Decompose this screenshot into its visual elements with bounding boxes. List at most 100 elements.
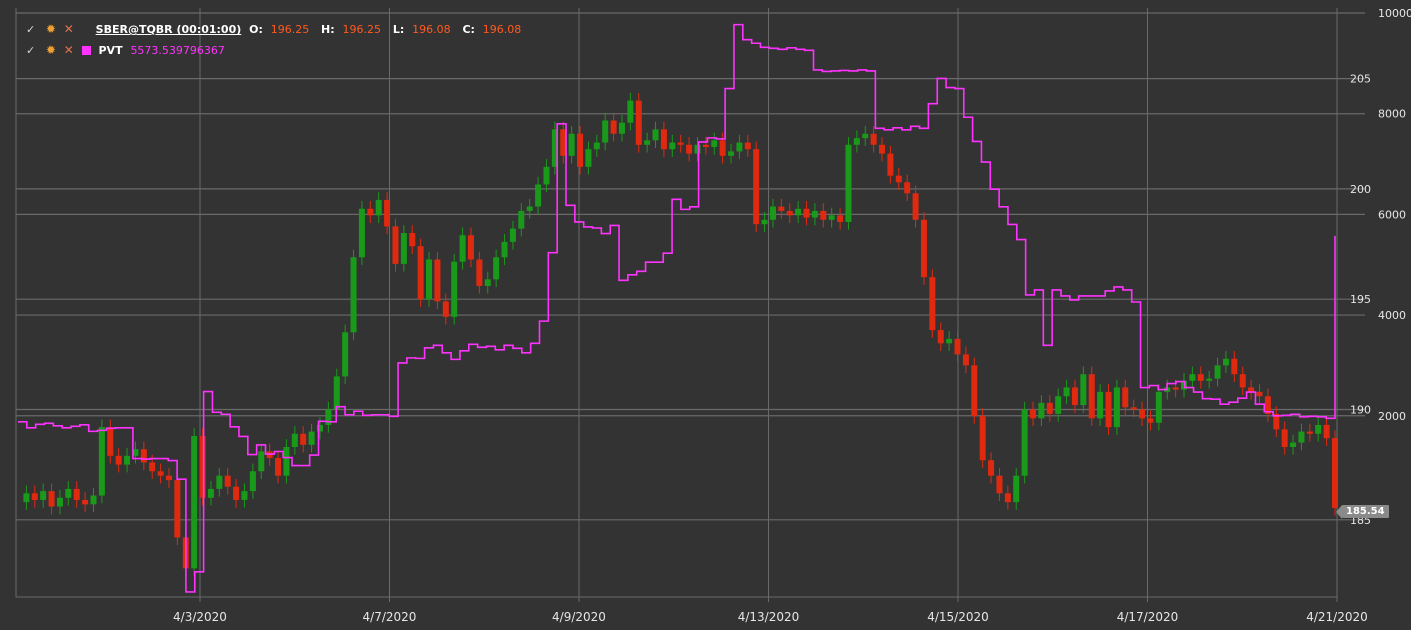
price-tick-label: 205 bbox=[1350, 73, 1371, 86]
price-bar bbox=[862, 133, 869, 139]
price-bar bbox=[778, 206, 785, 211]
visibility-check-icon[interactable]: ✓ bbox=[26, 44, 38, 58]
price-bar bbox=[610, 120, 617, 134]
price-bar bbox=[1021, 409, 1028, 476]
price-bar bbox=[124, 455, 131, 465]
price-bar bbox=[937, 330, 944, 344]
color-swatch-icon[interactable] bbox=[81, 46, 91, 55]
price-bar bbox=[451, 261, 458, 317]
price-bar bbox=[1030, 409, 1037, 419]
price-bar bbox=[635, 100, 642, 145]
price-bar bbox=[803, 208, 810, 218]
price-bar bbox=[602, 120, 609, 143]
price-bar bbox=[677, 142, 684, 145]
price-bar bbox=[1214, 365, 1221, 379]
price-bar bbox=[811, 210, 818, 218]
pvt-tick-label: 6000 bbox=[1378, 208, 1406, 221]
price-bar bbox=[1197, 374, 1204, 381]
price-bar bbox=[409, 233, 416, 247]
price-bar bbox=[207, 488, 214, 498]
price-bar bbox=[149, 462, 156, 472]
pvt-line bbox=[18, 23, 1336, 593]
price-bar bbox=[199, 435, 206, 498]
price-bar bbox=[107, 427, 114, 456]
price-bar bbox=[1071, 387, 1078, 406]
gear-icon[interactable]: ✹ bbox=[46, 43, 56, 57]
price-bar bbox=[786, 210, 793, 216]
price-bar bbox=[216, 475, 223, 489]
price-bar bbox=[174, 480, 181, 538]
price-bar bbox=[660, 129, 667, 150]
price-bar bbox=[795, 208, 802, 216]
legend-security: ✓ ✹ ✕ SBER@TQBR (00:01:00) O: 196.25 H: … bbox=[26, 22, 529, 37]
price-bar bbox=[358, 208, 365, 258]
chart-canvas[interactable]: 185190195200205 200040006000800010000 4/… bbox=[0, 0, 1411, 630]
open-value-label: O: 196.25 bbox=[249, 23, 310, 36]
price-bar bbox=[895, 175, 902, 183]
price-bar bbox=[577, 133, 584, 167]
close-value-label: C: 196.08 bbox=[462, 23, 522, 36]
pvt-tick-label: 4000 bbox=[1378, 309, 1406, 322]
price-bar bbox=[669, 142, 676, 150]
price-bar bbox=[744, 142, 751, 150]
price-bar bbox=[1248, 387, 1255, 392]
price-bar bbox=[1105, 391, 1112, 428]
price-bar bbox=[1206, 378, 1213, 381]
price-bar bbox=[1189, 374, 1196, 381]
price-bar bbox=[845, 144, 852, 222]
price-bar bbox=[1323, 424, 1330, 439]
price-bar bbox=[1088, 374, 1095, 419]
pvt-axis: 2000 4000 6000 8000 10000 bbox=[1378, 7, 1411, 423]
security-label[interactable]: SBER@TQBR (00:01:00) bbox=[96, 23, 242, 36]
price-bar bbox=[853, 138, 860, 145]
close-icon[interactable]: ✕ bbox=[64, 43, 74, 57]
price-bar bbox=[1139, 409, 1146, 419]
price-bar bbox=[962, 354, 969, 366]
price-bar bbox=[887, 153, 894, 176]
price-bar bbox=[1004, 493, 1011, 503]
time-tick-label: 4/13/2020 bbox=[738, 610, 800, 624]
price-bar bbox=[191, 435, 198, 569]
price-bar bbox=[342, 332, 349, 377]
price-bar bbox=[65, 488, 72, 498]
price-bar bbox=[73, 488, 80, 500]
price-bar bbox=[40, 491, 47, 500]
price-bar bbox=[954, 338, 961, 355]
price-bar bbox=[476, 259, 483, 286]
close-icon[interactable]: ✕ bbox=[64, 22, 74, 36]
pvt-tick-label: 2000 bbox=[1378, 410, 1406, 423]
price-bar bbox=[140, 449, 147, 463]
price-axis: 185190195200205 bbox=[1350, 73, 1371, 527]
price-bar bbox=[1147, 418, 1154, 423]
price-bar bbox=[1256, 391, 1263, 397]
price-bar bbox=[518, 210, 525, 229]
price-bar bbox=[627, 100, 634, 123]
price-bar bbox=[1038, 402, 1045, 419]
grid-lines bbox=[16, 8, 1365, 597]
price-bar bbox=[31, 493, 38, 500]
price-bar bbox=[711, 140, 718, 147]
price-bar bbox=[686, 144, 693, 154]
last-price-badge: 185.54 bbox=[1336, 505, 1389, 519]
price-bar bbox=[1239, 374, 1246, 388]
price-bar bbox=[535, 184, 542, 207]
price-bar bbox=[367, 208, 374, 216]
price-bar bbox=[543, 166, 550, 185]
high-value-label: H: 196.25 bbox=[321, 23, 381, 36]
price-bar bbox=[585, 149, 592, 167]
price-bar bbox=[820, 210, 827, 220]
gear-icon[interactable]: ✹ bbox=[46, 22, 56, 36]
price-bar bbox=[988, 460, 995, 476]
visibility-check-icon[interactable]: ✓ bbox=[26, 23, 38, 37]
price-bar bbox=[694, 144, 701, 154]
pvt-label: PVT bbox=[98, 44, 123, 57]
price-bar bbox=[300, 433, 307, 445]
price-bar bbox=[870, 133, 877, 145]
time-tick-label: 4/3/2020 bbox=[173, 610, 227, 624]
price-bar bbox=[467, 235, 474, 260]
price-bar bbox=[769, 206, 776, 220]
price-bar bbox=[1046, 402, 1053, 414]
price-bar bbox=[736, 142, 743, 152]
price-bar bbox=[283, 446, 290, 476]
price-bar bbox=[417, 246, 424, 300]
